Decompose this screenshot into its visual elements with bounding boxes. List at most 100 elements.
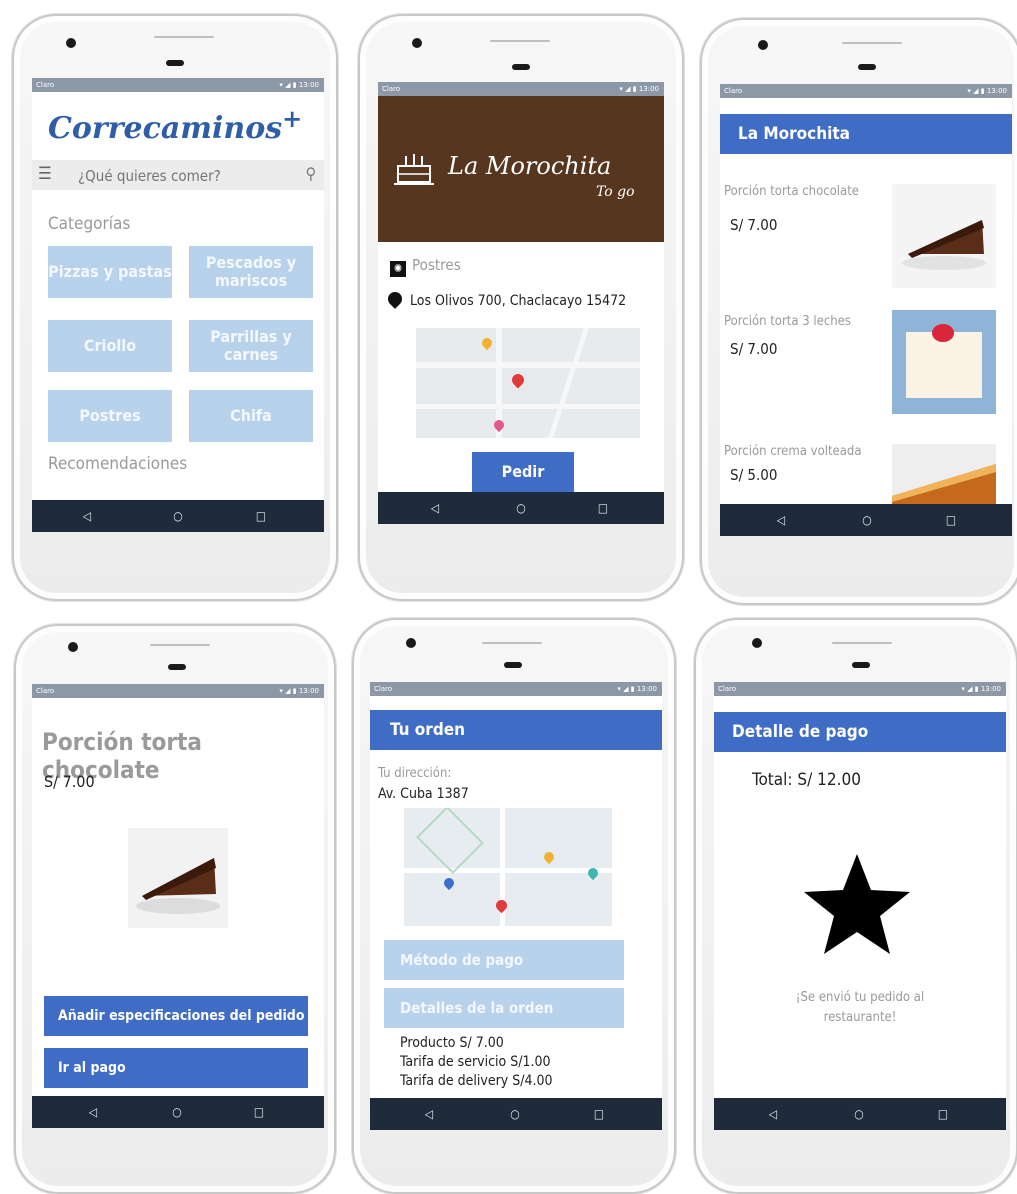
home-icon[interactable]: ○ [506,492,536,524]
product-name: Porción crema volteada [724,444,862,459]
android-navbar: ◁ ○ □ [32,1096,324,1128]
page-title: La Morochita [720,114,1012,154]
speaker [852,662,870,668]
android-navbar: ◁ ○ □ [32,500,324,532]
back-icon[interactable]: ◁ [766,504,796,536]
clock: 13:00 [980,685,1001,693]
back-icon[interactable]: ◁ [758,1098,788,1130]
confirmation-message: ¡Se envió tu pedido al restaurante! [795,990,925,1025]
recent-apps-icon[interactable]: □ [588,492,618,524]
carrier-label: Claro [724,87,743,95]
carrier-label: Claro [374,685,393,693]
address-label: Tu dirección: [378,766,452,781]
product-item[interactable]: Porción torta 3 leches S/ 7.00 [720,310,1012,420]
map[interactable] [404,808,612,926]
back-icon[interactable]: ◁ [72,500,102,532]
banner-subtitle: To go [596,184,635,200]
add-specifications-button[interactable]: Añadir especificaciones del pedido [44,996,308,1036]
signal-icon: ▾ ◢ ▮ [279,687,299,695]
status-bar: Claro ▾ ◢ ▮ 13:00 [714,682,1006,696]
back-icon[interactable]: ◁ [420,492,450,524]
front-camera [758,40,768,50]
address-label: Los Olivos 700, Chaclacayo 15472 [410,293,627,309]
screen-product: Claro ▾ ◢ ▮ 13:00 Porción torta chocolat… [32,684,324,1128]
status-bar: Claro ▾ ◢ ▮ 13:00 [378,82,664,96]
back-icon[interactable]: ◁ [78,1096,108,1128]
category-criollo[interactable]: Criollo [48,320,172,372]
product-image [892,444,996,506]
line-service-fee: Tarifa de servicio S/1.00 [400,1054,551,1070]
home-icon[interactable]: ○ [163,500,193,532]
speaker [168,664,186,670]
star-icon [804,854,910,954]
status-bar: Claro ▾ ◢ ▮ 13:00 [720,84,1012,98]
phone-frame: Claro ▾ ◢ ▮ 13:00 Porción torta chocolat… [14,624,336,1194]
screen-payment: Claro ▾ ◢ ▮ 13:00 Detalle de pago Total:… [714,682,1006,1130]
phone-frame: Claro ▾ ◢ ▮ 13:00 Correcaminos+ ☰ ⚲ Cate… [12,14,338,601]
status-bar: Claro ▾ ◢ ▮ 13:00 [32,78,324,92]
screen-home: Claro ▾ ◢ ▮ 13:00 Correcaminos+ ☰ ⚲ Cate… [32,78,324,532]
clock: 13:00 [986,87,1007,95]
logo-plus: + [282,104,303,133]
order-button[interactable]: Pedir [472,452,574,492]
android-navbar: ◁ ○ □ [378,492,664,524]
map[interactable] [416,328,640,438]
line-delivery-fee: Tarifa de delivery S/4.00 [400,1073,553,1089]
category-chifa[interactable]: Chifa [189,390,313,442]
recent-apps-icon[interactable]: □ [244,1096,274,1128]
product-image [128,828,228,928]
recent-apps-icon[interactable]: □ [584,1098,614,1130]
earpiece-grille [842,42,902,44]
carrier-label: Claro [36,81,55,89]
map-pin-icon [479,335,495,351]
earpiece-grille [154,36,214,38]
cake-icon [394,154,434,185]
category-postres[interactable]: Postres [48,390,172,442]
category-pescados[interactable]: Pescados y mariscos [189,246,313,298]
home-icon[interactable]: ○ [844,1098,874,1130]
dessert-icon: ✺ [390,261,406,277]
recent-apps-icon[interactable]: □ [936,504,966,536]
screen-restaurant: Claro ▾ ◢ ▮ 13:00 La Morochita To go ✺ Po… [378,82,664,524]
search-icon[interactable]: ⚲ [305,164,316,183]
android-navbar: ◁ ○ □ [714,1098,1006,1130]
android-navbar: ◁ ○ □ [370,1098,662,1130]
phone-frame: Claro ▾ ◢ ▮ 13:00 Tu orden Tu dirección:… [352,618,676,1194]
order-lines: Producto S/ 7.00 Tarifa de servicio S/1.… [400,1034,553,1091]
search-bar[interactable]: ☰ ⚲ [32,160,324,190]
phone-frame: Claro ▾ ◢ ▮ 13:00 Detalle de pago Total:… [694,618,1017,1194]
total-label: Total: S/ 12.00 [752,770,861,790]
earpiece-grille [150,644,210,646]
banner-name: La Morochita [448,152,612,180]
earpiece-grille [482,642,542,644]
recent-apps-icon[interactable]: □ [246,500,276,532]
category-pizzas[interactable]: Pizzas y pastas [48,246,172,298]
category-row: ✺ Postres [390,256,461,277]
product-price: S/ 5.00 [730,466,778,484]
go-to-payment-button[interactable]: Ir al pago [44,1048,308,1088]
product-item[interactable]: Porción torta chocolate S/ 7.00 [720,180,1012,290]
home-icon[interactable]: ○ [162,1096,192,1128]
line-product: Producto S/ 7.00 [400,1035,504,1051]
carrier-label: Claro [718,685,737,693]
menu-icon[interactable]: ☰ [38,164,52,184]
recent-apps-icon[interactable]: □ [928,1098,958,1130]
speaker [512,64,530,70]
home-icon[interactable]: ○ [852,504,882,536]
order-details-button[interactable]: Detalles de la orden [384,988,624,1028]
category-parrillas[interactable]: Parrillas y carnes [189,320,313,372]
back-icon[interactable]: ◁ [414,1098,444,1130]
signal-icon: ▾ ◢ ▮ [619,85,639,93]
speaker [858,64,876,70]
front-camera [66,38,76,48]
map-pin-icon [493,897,510,914]
product-image [892,184,996,288]
payment-method-button[interactable]: Método de pago [384,940,624,980]
search-input[interactable] [76,165,270,187]
clock: 13:00 [636,685,657,693]
product-item[interactable]: Porción crema volteada S/ 5.00 [720,440,1012,506]
restaurant-banner: La Morochita To go [378,96,664,242]
front-camera [752,638,762,648]
home-icon[interactable]: ○ [500,1098,530,1130]
front-camera [406,638,416,648]
